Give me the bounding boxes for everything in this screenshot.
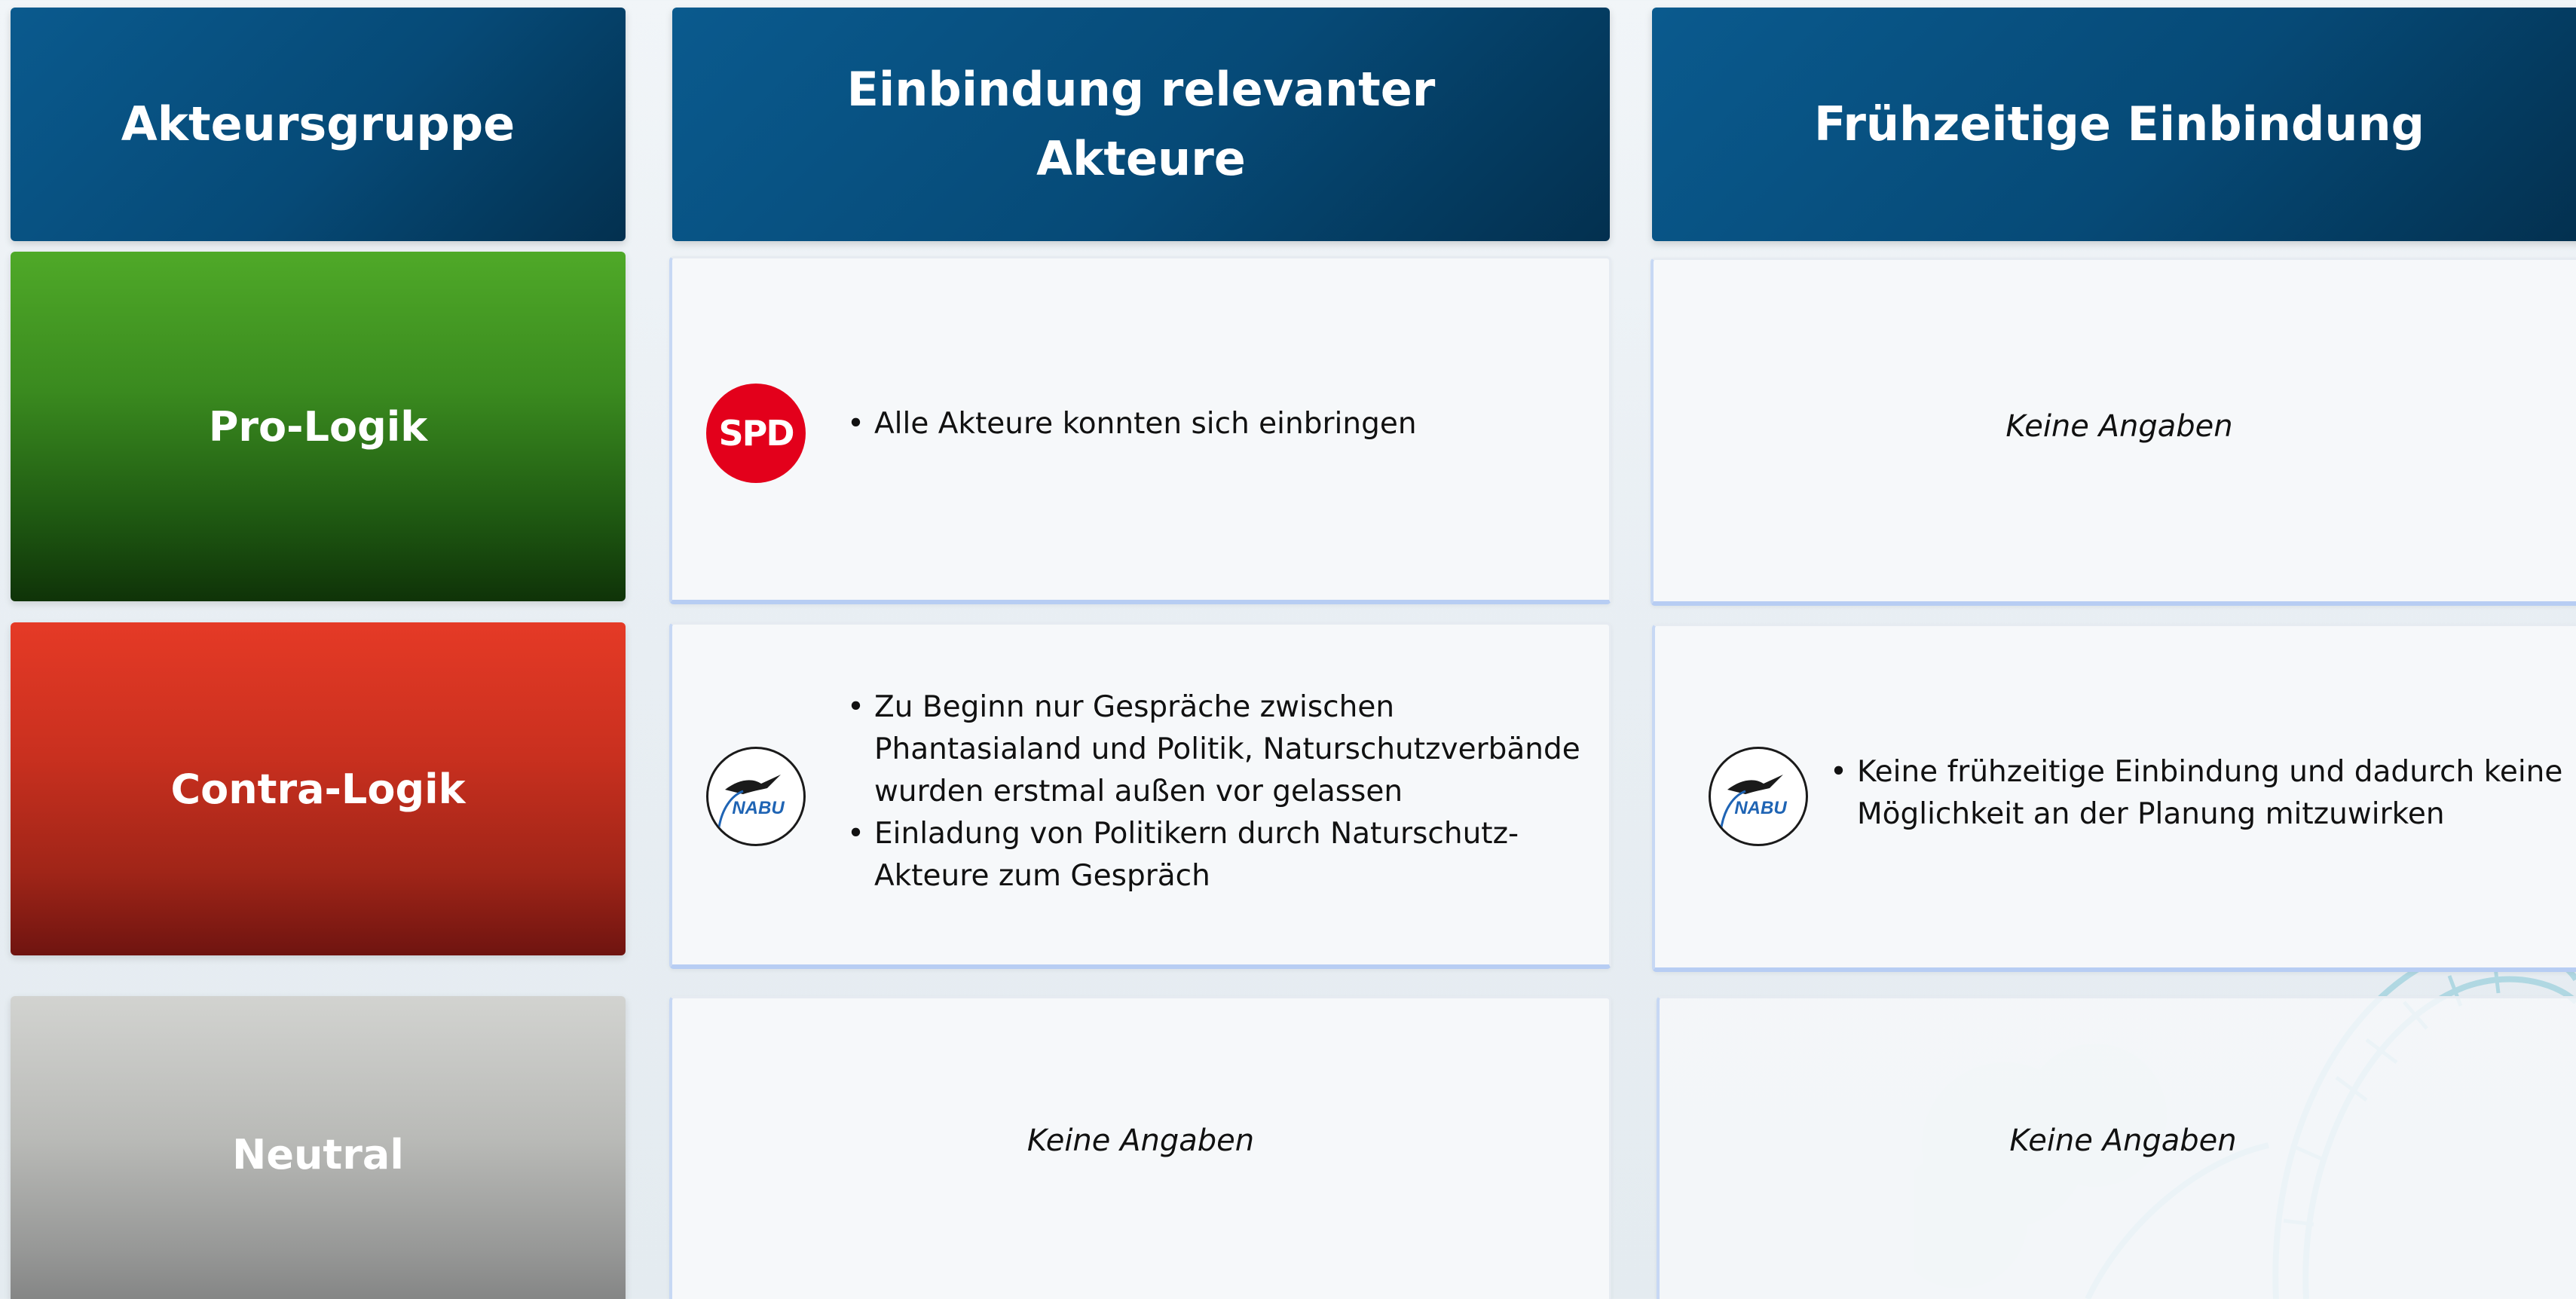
header-akteursgruppe: Akteursgruppe: [11, 8, 626, 241]
spd-logo-text: SPD: [718, 413, 794, 454]
row-label-pro-logik: Pro-Logik: [11, 252, 626, 601]
bullet-item: Einladung von Politikern durch Naturschu…: [847, 813, 1586, 897]
row-label-contra-logik-text: Contra-Logik: [170, 765, 466, 813]
row-label-contra-logik: Contra-Logik: [11, 622, 626, 955]
bullet-item: Keine frühzeitige Einbindung und dadurch…: [1830, 751, 2576, 836]
pro-einbindung-bullets: Alle Akteure konnten sich einbringen: [847, 403, 1586, 445]
header-fruehzeitige-einbindung: Frühzeitige Einbindung: [1652, 8, 2576, 241]
nabu-logo-text: NABU: [732, 798, 785, 818]
bullet-line: Phantasialand und Politik, Naturschutzve…: [874, 732, 1580, 766]
header-akteursgruppe-text: Akteursgruppe: [121, 96, 516, 151]
bullet-line: Möglichkeit an der Planung mitzuwirken: [1857, 797, 2445, 831]
bullet-item: Zu Beginn nur Gespräche zwischen Phantas…: [847, 686, 1586, 813]
contra-einbindung-bullets: Zu Beginn nur Gespräche zwischen Phantas…: [847, 686, 1586, 897]
bullet-line: Einladung von Politikern durch Naturschu…: [874, 817, 1519, 851]
header-einbindung-relevanter-akteure: Einbindung relevanter Akteure: [672, 8, 1610, 241]
bullet-line: Zu Beginn nur Gespräche zwischen: [874, 690, 1395, 724]
row-label-pro-logik-text: Pro-Logik: [208, 402, 428, 451]
contra-fruehzeitig-bullets: Keine frühzeitige Einbindung und dadurch…: [1830, 751, 2576, 836]
bullet-line: wurden erstmal außen vor gelassen: [874, 775, 1403, 808]
bullet-line: Keine frühzeitige Einbindung und dadurch…: [1857, 755, 2563, 789]
card-contra-fruehzeitig: NABU Keine frühzeitige Einbindung und da…: [1652, 624, 2576, 972]
nabu-stork-icon: NABU: [1720, 775, 1787, 828]
keine-angaben-text: Keine Angaben: [2009, 1123, 2237, 1158]
card-neutral-fruehzeitig: Keine Angaben: [1657, 996, 2576, 1299]
nabu-logo: NABU: [1709, 747, 1808, 846]
header-fruehzeitige-text: Frühzeitige Einbindung: [1813, 96, 2425, 151]
header-einbindung-line2: Akteure: [1036, 131, 1246, 186]
bullet-item: Alle Akteure konnten sich einbringen: [847, 403, 1586, 445]
row-label-neutral-text: Neutral: [232, 1130, 404, 1178]
keine-angaben-text: Keine Angaben: [1026, 1123, 1255, 1158]
nabu-logo: NABU: [706, 747, 806, 846]
card-neutral-einbindung: Keine Angaben: [669, 996, 1611, 1299]
keine-angaben-text: Keine Angaben: [2005, 409, 2233, 444]
spd-logo: SPD: [706, 384, 806, 483]
nabu-logo-text: NABU: [1734, 798, 1787, 818]
bullet-line: Akteure zum Gespräch: [874, 859, 1210, 893]
nabu-stork-icon: NABU: [717, 775, 785, 828]
row-label-neutral: Neutral: [11, 996, 626, 1299]
header-einbindung-line1: Einbindung relevanter: [846, 62, 1436, 117]
card-pro-fruehzeitig: Keine Angaben: [1651, 258, 2576, 606]
card-contra-einbindung: NABU Zu Beginn nur Gespräche zwischen Ph…: [669, 622, 1611, 969]
card-pro-einbindung: SPD Alle Akteure konnten sich einbringen: [669, 256, 1611, 604]
